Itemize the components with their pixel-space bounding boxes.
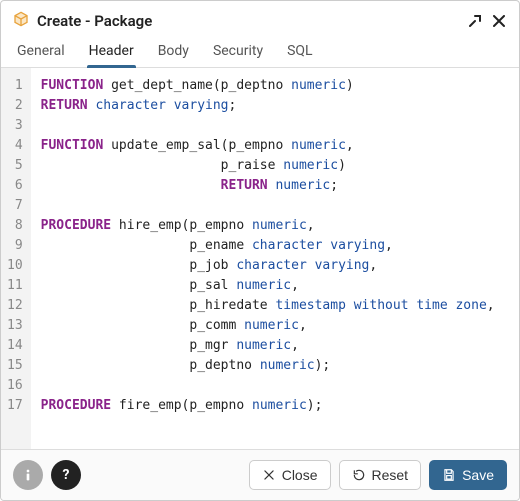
close-button[interactable]: Close [249,460,331,490]
line-number: 12 [7,296,23,316]
line-number: 9 [7,236,23,256]
line-number: 1 [7,76,23,96]
info-button[interactable] [13,460,43,490]
help-button[interactable]: ? [51,460,81,490]
code-line[interactable]: p_raise numeric) [41,156,511,176]
code-line[interactable]: p_ename character varying, [41,236,511,256]
code-line[interactable]: p_sal numeric, [41,276,511,296]
code-line[interactable]: FUNCTION update_emp_sal(p_empno numeric, [41,136,511,156]
code-line[interactable]: p_job character varying, [41,256,511,276]
code-editor[interactable]: 1234567891011121314151617 FUNCTION get_d… [1,68,519,450]
line-number: 2 [7,96,23,116]
tab-general[interactable]: General [15,37,67,67]
line-number: 5 [7,156,23,176]
line-number: 15 [7,356,23,376]
line-number: 7 [7,196,23,216]
code-line[interactable]: PROCEDURE hire_emp(p_empno numeric, [41,216,511,236]
line-number: 4 [7,136,23,156]
package-icon [13,11,29,31]
code-line[interactable]: RETURN numeric; [41,176,511,196]
create-package-dialog: Create - Package General Header Body Sec… [0,0,520,501]
line-number: 11 [7,276,23,296]
code-line[interactable]: p_hiredate timestamp without time zone, [41,296,511,316]
save-button-label: Save [462,467,494,483]
close-button-label: Close [282,467,318,483]
tab-security[interactable]: Security [211,37,265,67]
line-number: 14 [7,336,23,356]
titlebar: Create - Package [1,1,519,37]
code-area[interactable]: FUNCTION get_dept_name(p_deptno numeric)… [31,68,519,449]
save-button[interactable]: Save [429,460,507,490]
code-line[interactable]: p_comm numeric, [41,316,511,336]
tabs: General Header Body Security SQL [1,37,519,68]
line-number: 17 [7,396,23,416]
dialog-footer: ? Close Reset Save [1,450,519,500]
reset-button-label: Reset [372,467,409,483]
code-line[interactable] [41,376,511,396]
code-line[interactable]: FUNCTION get_dept_name(p_deptno numeric) [41,76,511,96]
code-line[interactable]: p_deptno numeric); [41,356,511,376]
line-number: 10 [7,256,23,276]
tab-sql[interactable]: SQL [285,37,314,67]
code-line[interactable]: PROCEDURE fire_emp(p_empno numeric); [41,396,511,416]
maximize-icon[interactable] [467,13,483,29]
dialog-title: Create - Package [37,12,152,30]
line-number: 16 [7,376,23,396]
line-number: 6 [7,176,23,196]
code-line[interactable]: RETURN character varying; [41,96,511,116]
tab-header[interactable]: Header [87,37,136,67]
close-icon[interactable] [491,13,507,29]
line-number: 3 [7,116,23,136]
tab-body[interactable]: Body [156,37,191,67]
code-line[interactable] [41,116,511,136]
line-number: 8 [7,216,23,236]
line-number-gutter: 1234567891011121314151617 [1,68,31,449]
reset-button[interactable]: Reset [339,460,422,490]
line-number: 13 [7,316,23,336]
code-line[interactable] [41,196,511,216]
code-line[interactable]: p_mgr numeric, [41,336,511,356]
